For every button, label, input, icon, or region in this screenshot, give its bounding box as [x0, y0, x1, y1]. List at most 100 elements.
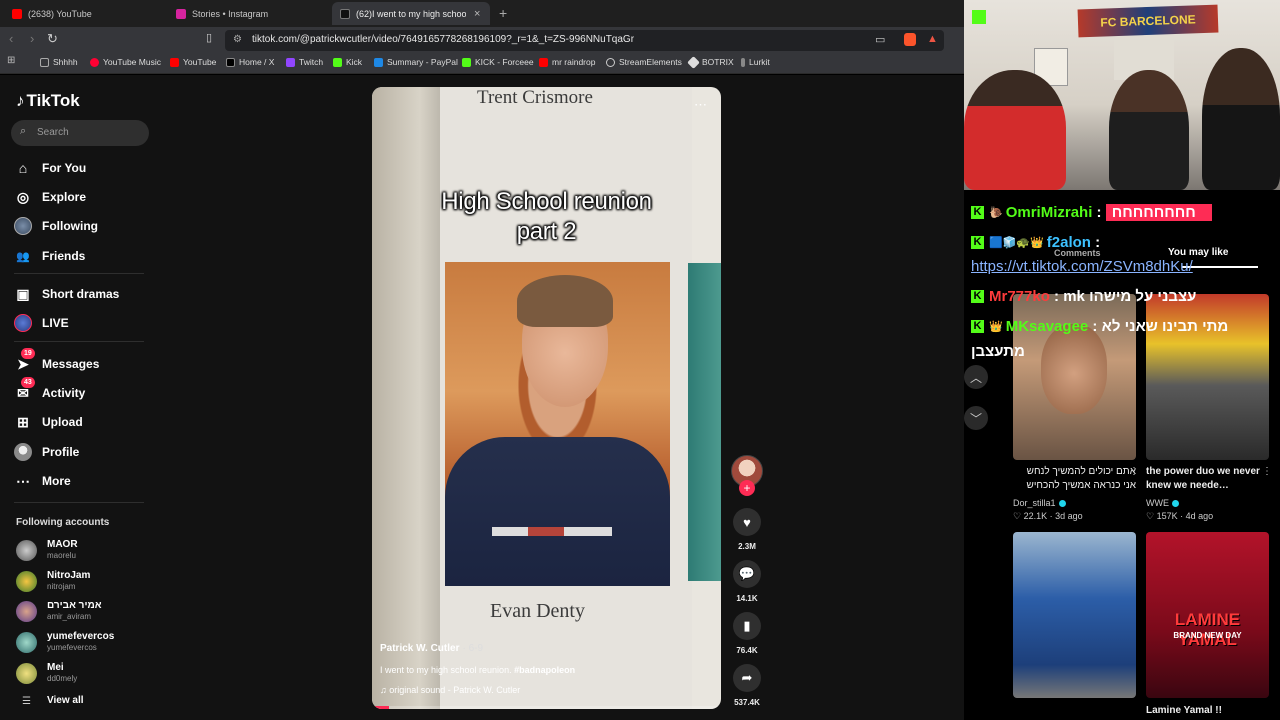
bookmark-paypal[interactable]: Summary - PayPal: [374, 57, 458, 67]
tab-title: (2638) YouTube: [28, 8, 92, 19]
tab-instagram[interactable]: Stories • Instagram: [168, 2, 328, 25]
streamer-left: [964, 70, 1066, 190]
account-item[interactable]: Mei dd0mely: [16, 662, 77, 684]
site-info-icon[interactable]: ⚙: [233, 34, 242, 45]
nav-label: Activity: [42, 386, 86, 400]
scroll-down-button[interactable]: ﹀: [964, 406, 988, 430]
yearbook-next-photo: [688, 263, 721, 581]
bookmark-icon[interactable]: ▯: [206, 31, 212, 44]
reload-icon[interactable]: ↻: [47, 31, 58, 47]
nav-explore[interactable]: ◎ Explore: [14, 188, 86, 206]
nav-divider: [14, 341, 144, 342]
tab-you-may-like[interactable]: You may like: [1168, 247, 1228, 258]
nav-live[interactable]: LIVE: [14, 314, 69, 332]
recommended-video-title[interactable]: אתם יכולים להמשיך לנחש אני כנראה אמשיך ל…: [1013, 465, 1136, 493]
nav-activity[interactable]: ✉ 43 Activity: [14, 377, 86, 402]
account-item[interactable]: NitroJam nitrojam: [16, 570, 90, 592]
video-progress-bar[interactable]: [372, 706, 721, 709]
nav-profile[interactable]: Profile: [14, 443, 79, 461]
account-item[interactable]: אמיר אבירם amir_aviram: [16, 600, 102, 622]
account-item[interactable]: yumefevercos yumefevercos: [16, 631, 114, 653]
video-author[interactable]: Patrick W. Cutler · 6-9: [380, 643, 483, 654]
stream-chat-overlay: Comments You may like אתם יכולים להמשיך …: [964, 190, 1280, 720]
close-tab-icon[interactable]: ×: [474, 8, 480, 20]
save-button[interactable]: ▮ 76.4K: [733, 612, 761, 655]
search-input[interactable]: ⌕ Search: [11, 120, 149, 146]
nav-label: Friends: [42, 249, 86, 263]
avatar: [16, 631, 37, 653]
bookmark-youtube-music[interactable]: YouTube Music: [90, 57, 161, 67]
bookmark-kick[interactable]: Kick: [333, 57, 362, 67]
send-icon: ➤ 19: [14, 348, 35, 373]
recommended-video-thumbnail[interactable]: LAMINE YAMAL BRAND NEW DAY: [1146, 532, 1269, 698]
video-player[interactable]: Trent Crismore Evan Denty High School re…: [372, 87, 721, 709]
tiktok-logo[interactable]: ♪ TikTok: [16, 91, 80, 111]
recommended-video-thumbnail[interactable]: [1013, 532, 1136, 698]
hashtag-link[interactable]: #badnapoleon: [514, 665, 575, 675]
nav-label: LIVE: [42, 316, 69, 330]
bookmark-shhhh[interactable]: Shhhh: [40, 57, 78, 67]
nav-for-you[interactable]: ⌂ For You: [14, 159, 86, 177]
bookmarks-bar: ⊞ Shhhh YouTube Music YouTube Home / X T…: [0, 54, 964, 74]
bookmark-label: KICK - Forceee: [475, 57, 534, 67]
forward-icon[interactable]: ›: [30, 31, 34, 46]
more-options-icon[interactable]: ⋯: [694, 97, 707, 113]
card-more-icon[interactable]: ⋮: [1129, 466, 1139, 477]
kick-logo-icon: [972, 10, 986, 24]
follow-plus-icon[interactable]: +: [739, 480, 755, 496]
author-name: Patrick W. Cutler: [380, 643, 460, 654]
webcam-overlay: FC BARCELONE: [964, 0, 1280, 190]
chat-link[interactable]: https://vt.tiktok.com/ZSVm8dhKu/: [971, 258, 1193, 275]
like-button[interactable]: ♥ 2.3M: [733, 508, 761, 551]
chat-username: f2alon: [1046, 234, 1091, 251]
chat-text: מתעצבן: [971, 343, 1025, 360]
nav-following[interactable]: Following: [14, 217, 98, 235]
url-field[interactable]: ⚙ tiktok.com/@patrickwcutler/video/76491…: [225, 30, 944, 51]
view-all-link[interactable]: ☰ View all: [16, 695, 84, 707]
bookmark-youtube[interactable]: YouTube: [170, 57, 216, 67]
recommended-video-title[interactable]: the power duo we never knew we neede…: [1146, 465, 1269, 493]
bookmark-mr-raindrop[interactable]: mr raindrop: [539, 57, 595, 67]
bookmark-x[interactable]: Home / X: [226, 57, 274, 67]
account-handle: maorelu: [47, 551, 76, 560]
cast-icon[interactable]: ▭: [875, 33, 885, 46]
messages-badge: 19: [21, 348, 35, 359]
nav-more[interactable]: ⋯ More: [14, 472, 71, 490]
bookmark-streamelements[interactable]: StreamElements: [606, 57, 682, 67]
emote-icon: 🐌: [989, 207, 1003, 219]
bookmark-twitch[interactable]: Twitch: [286, 57, 323, 67]
youtube-icon: [170, 57, 179, 67]
recommended-video-author[interactable]: Dor_stilla1: [1013, 498, 1066, 508]
x-icon: [226, 57, 235, 67]
bookmark-kick-forceee[interactable]: KICK - Forceee: [462, 57, 534, 67]
share-button[interactable]: ➦ 537.4K: [733, 664, 761, 707]
rewards-icon[interactable]: ▲: [927, 33, 938, 45]
recommended-video-title[interactable]: Lamine Yamal !!: [1146, 704, 1269, 718]
nav-short-dramas[interactable]: ▣ Short dramas: [14, 285, 119, 303]
recommended-video-author[interactable]: WWE: [1146, 498, 1179, 508]
brave-shield-icon[interactable]: [904, 33, 916, 46]
nav-upload[interactable]: ⊞ Upload: [14, 413, 83, 431]
photo-hair: [517, 275, 613, 327]
yearbook-top-name: Trent Crismore: [477, 87, 593, 108]
scroll-up-button[interactable]: ︿: [964, 365, 988, 389]
nav-friends[interactable]: 👥 Friends: [14, 247, 85, 265]
tab-tiktok[interactable]: (62)I went to my high school reu… ×: [332, 2, 490, 25]
url-text: tiktok.com/@patrickwcutler/video/7649165…: [252, 34, 635, 45]
back-icon[interactable]: ‹: [9, 31, 13, 46]
nav-messages[interactable]: ➤ 19 Messages: [14, 348, 99, 373]
youtube-icon: [539, 57, 548, 67]
apps-grid-icon[interactable]: ⊞: [7, 55, 15, 66]
card-more-icon[interactable]: ⋮: [1262, 466, 1272, 477]
video-sound[interactable]: ♫ original sound - Patrick W. Cutler: [380, 685, 520, 695]
paypal-icon: [374, 57, 383, 67]
account-item[interactable]: MAOR maorelu: [16, 539, 78, 561]
bookmark-label: Summary - PayPal: [387, 57, 458, 67]
bookmark-botrix[interactable]: BOTRIX: [687, 55, 734, 69]
heart-icon: ♥: [733, 508, 761, 536]
new-tab-button[interactable]: +: [499, 5, 507, 21]
chat-message: K 👑 MKsavagee : מתי תבינו שאני לא: [971, 318, 1228, 335]
comment-button[interactable]: 💬 14.1K: [733, 560, 761, 603]
tab-youtube[interactable]: (2638) YouTube: [4, 2, 164, 25]
bookmark-lurkit[interactable]: Lurkit: [741, 57, 770, 67]
